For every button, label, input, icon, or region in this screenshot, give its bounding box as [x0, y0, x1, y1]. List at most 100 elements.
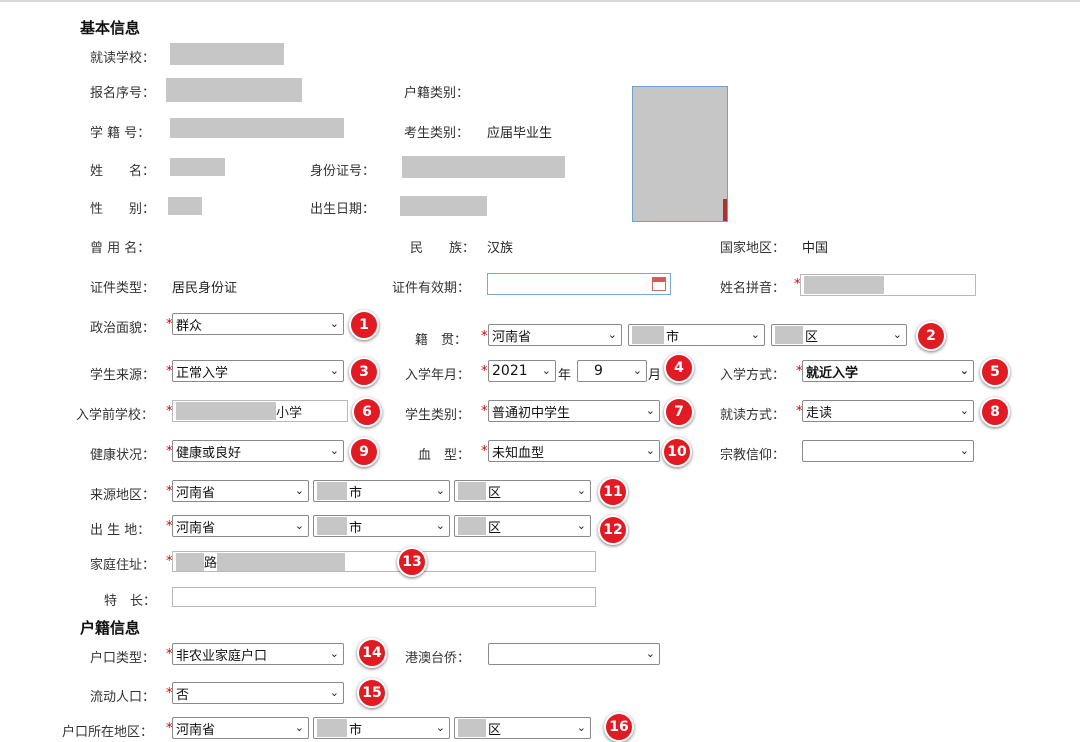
- chevron-down-icon: ⌄: [576, 484, 586, 497]
- hmt-select[interactable]: ⌄: [488, 643, 660, 665]
- political-label: 政治面貌：: [90, 321, 156, 336]
- enroll-label: 入学年月：: [405, 368, 471, 383]
- name-redacted: [170, 158, 225, 176]
- hukou-district-select[interactable]: 区 ⌄: [454, 717, 591, 739]
- id-no-label: 身份证号：: [310, 164, 376, 179]
- annotation-badge: 9: [349, 437, 379, 467]
- address-label: 家庭住址：: [90, 558, 156, 573]
- native-city-select[interactable]: 市 ⌄: [628, 324, 765, 346]
- required-mark: *: [481, 404, 488, 419]
- birth-redacted: [400, 196, 487, 216]
- chevron-down-icon: ⌄: [294, 484, 304, 497]
- chevron-down-icon: ⌄: [435, 519, 445, 532]
- candidate-type-label: 考生类别：: [404, 126, 470, 141]
- id-type-label: 证件类型：: [90, 281, 156, 296]
- religion-label: 宗教信仰：: [720, 448, 786, 463]
- annotation-badge: 7: [664, 397, 694, 427]
- reg-no-label: 报名序号：: [90, 86, 156, 101]
- health-select[interactable]: 健康或良好 ⌄: [172, 440, 344, 462]
- chevron-down-icon: ⌄: [294, 519, 304, 532]
- gender-redacted: [168, 197, 202, 215]
- gender-label: 性 别：: [90, 202, 156, 217]
- religion-select[interactable]: ⌄: [802, 440, 974, 462]
- chevron-down-icon: ⌄: [645, 647, 655, 660]
- annotation-badge: 5: [980, 357, 1010, 387]
- chevron-down-icon: ⌄: [329, 317, 339, 330]
- address-input[interactable]: 路: [172, 551, 596, 572]
- prev-school-input[interactable]: 小学: [172, 400, 348, 422]
- hukou-city-select[interactable]: 市 ⌄: [313, 717, 450, 739]
- annotation-badge: 13: [397, 547, 427, 577]
- admission-select[interactable]: 就近入学 ⌄: [802, 360, 974, 382]
- year-unit: 年: [558, 368, 572, 383]
- chevron-down-icon: ⌄: [329, 686, 339, 699]
- origin-city-select[interactable]: 市 ⌄: [313, 480, 450, 502]
- hukou-type-label: 户口类型：: [90, 651, 156, 666]
- chevron-down-icon: ⌄: [750, 328, 760, 341]
- former-name-label: 曾 用 名：: [90, 241, 151, 256]
- country-value: 中国: [802, 241, 829, 256]
- origin-label: 来源地区：: [90, 488, 156, 503]
- specialty-input[interactable]: [172, 587, 596, 607]
- hukou-province-select[interactable]: 河南省 ⌄: [172, 717, 309, 739]
- native-district-select[interactable]: 区 ⌄: [771, 324, 907, 346]
- study-mode-label: 就读方式：: [720, 408, 786, 423]
- source-select[interactable]: 正常入学 ⌄: [172, 360, 344, 382]
- required-mark: *: [481, 329, 488, 344]
- id-validity-input[interactable]: [487, 273, 671, 295]
- chevron-down-icon: ⌄: [329, 444, 339, 457]
- calendar-icon[interactable]: [652, 277, 666, 291]
- chevron-down-icon: ⌄: [576, 721, 586, 734]
- chevron-down-icon: ⌄: [435, 484, 445, 497]
- floating-label: 流动人口：: [90, 690, 156, 705]
- hukou-type-select[interactable]: 非农业家庭户口 ⌄: [172, 643, 344, 665]
- birthplace-province-select[interactable]: 河南省 ⌄: [172, 515, 309, 537]
- month-unit: 月: [648, 368, 662, 383]
- annotation-badge: 14: [357, 638, 387, 668]
- specialty-label: 特 长：: [104, 594, 157, 609]
- annotation-badge: 4: [664, 353, 694, 383]
- study-mode-select[interactable]: 走读 ⌄: [802, 400, 974, 422]
- chevron-down-icon: ⌄: [892, 328, 902, 341]
- native-label: 籍 贯：: [415, 333, 468, 348]
- basic-section-title: 基本信息: [80, 19, 141, 37]
- hukou-region-label: 户口所在地区：: [62, 725, 154, 740]
- annotation-badge: 8: [980, 397, 1010, 427]
- country-label: 国家地区：: [720, 241, 786, 256]
- ethnicity-value: 汉族: [487, 241, 514, 256]
- annotation-badge: 3: [349, 357, 379, 387]
- student-type-select[interactable]: 普通初中学生 ⌄: [488, 400, 660, 422]
- chevron-down-icon: ⌄: [607, 328, 617, 341]
- annotation-badge: 12: [598, 515, 628, 545]
- origin-province-select[interactable]: 河南省 ⌄: [172, 480, 309, 502]
- student-no-redacted: [170, 118, 344, 138]
- id-validity-label: 证件有效期：: [392, 281, 471, 296]
- annotation-badge: 11: [598, 477, 628, 507]
- health-label: 健康状况：: [90, 448, 156, 463]
- enroll-month-select[interactable]: 9 ⌄: [577, 360, 647, 382]
- candidate-type-value: 应届毕业生: [487, 126, 553, 141]
- birthplace-city-select[interactable]: 市 ⌄: [313, 515, 450, 537]
- chevron-down-icon: ⌄: [294, 721, 304, 734]
- birthplace-label: 出 生 地：: [90, 523, 151, 538]
- origin-district-select[interactable]: 区 ⌄: [454, 480, 591, 502]
- source-label: 学生来源：: [90, 368, 156, 383]
- chevron-down-icon: ⌄: [329, 647, 339, 660]
- student-type-label: 学生类别：: [405, 408, 471, 423]
- prev-school-label: 入学前学校：: [76, 408, 155, 423]
- school-label: 就读学校：: [90, 51, 156, 66]
- enroll-year-select[interactable]: 2021 ⌄: [488, 360, 556, 382]
- pinyin-input[interactable]: [800, 274, 976, 296]
- id-type-value: 居民身份证: [172, 281, 238, 296]
- student-photo[interactable]: [632, 86, 728, 222]
- chevron-down-icon: ⌄: [632, 364, 642, 377]
- floating-select[interactable]: 否 ⌄: [172, 682, 344, 704]
- native-province-select[interactable]: 河南省 ⌄: [488, 324, 622, 346]
- chevron-down-icon: ⌄: [645, 404, 655, 417]
- chevron-down-icon: ⌄: [576, 519, 586, 532]
- birthplace-district-select[interactable]: 区 ⌄: [454, 515, 591, 537]
- annotation-badge: 6: [352, 397, 382, 427]
- political-select[interactable]: 群众 ⌄: [172, 313, 344, 335]
- required-mark: *: [481, 364, 488, 379]
- blood-select[interactable]: 未知血型 ⌄: [488, 440, 660, 462]
